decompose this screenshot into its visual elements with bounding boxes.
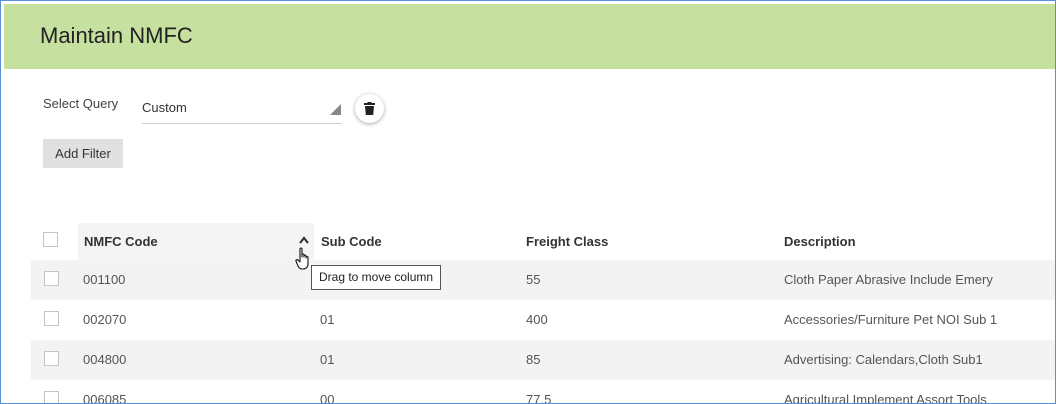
- dropdown-caret-icon: [330, 104, 341, 115]
- table-row[interactable]: 006085 00 77.5 Agricultural Implement As…: [31, 380, 1055, 404]
- column-drag-tooltip: Drag to move column: [311, 265, 442, 290]
- select-query-label: Select Query: [43, 96, 119, 111]
- description-cell: Accessories/Furniture Pet NOI Sub 1: [784, 312, 998, 327]
- freight-class-cell: 77.5: [526, 392, 552, 404]
- page-title: Maintain NMFC: [40, 23, 193, 48]
- column-header-label: NMFC Code: [84, 234, 158, 249]
- column-header-label: Sub Code: [321, 234, 382, 249]
- page-header: Maintain NMFC: [4, 4, 1055, 69]
- row-checkbox[interactable]: [44, 391, 59, 403]
- description-cell: Agricultural Implement Assort Tools: [784, 392, 987, 404]
- row-checkbox[interactable]: [44, 351, 59, 366]
- table-header-row: NMFC Code Sub Code Freight Class Descrip…: [31, 223, 1055, 260]
- nmfc-code-cell: 006085: [83, 392, 127, 404]
- nmfc-code-cell: 004800: [83, 352, 127, 367]
- row-checkbox[interactable]: [44, 271, 59, 286]
- column-header-label: Description: [784, 234, 856, 249]
- freight-class-cell: 400: [526, 312, 548, 327]
- sub-code-cell: 00: [320, 392, 335, 404]
- column-header-freight-class[interactable]: Freight Class: [526, 223, 608, 260]
- app-window: Maintain NMFC Select Query Custom Add Fi…: [0, 0, 1056, 404]
- select-all-checkbox[interactable]: [43, 232, 58, 247]
- delete-query-button[interactable]: [355, 94, 384, 123]
- select-query-dropdown[interactable]: Custom: [142, 95, 342, 124]
- sort-ascending-icon[interactable]: [299, 236, 309, 244]
- description-cell: Cloth Paper Abrasive Include Emery: [784, 272, 993, 287]
- nmfc-code-cell: 002070: [83, 312, 127, 327]
- sub-code-cell: 01: [320, 352, 335, 367]
- freight-class-cell: 85: [526, 352, 541, 367]
- trash-icon: [364, 102, 375, 115]
- column-header-description[interactable]: Description: [784, 223, 856, 260]
- select-query-value: Custom: [142, 100, 187, 115]
- column-header-sub-code[interactable]: Sub Code: [321, 223, 382, 260]
- column-header-label: Freight Class: [526, 234, 609, 249]
- row-checkbox[interactable]: [44, 311, 59, 326]
- nmfc-code-cell: 001100: [83, 272, 126, 287]
- sub-code-cell: 01: [320, 312, 335, 327]
- table-row[interactable]: 002070 01 400 Accessories/Furniture Pet …: [31, 300, 1055, 340]
- add-filter-button[interactable]: Add Filter: [43, 139, 123, 168]
- table-row[interactable]: 001100 55 Cloth Paper Abrasive Include E…: [31, 260, 1055, 300]
- table-row[interactable]: 004800 01 85 Advertising: Calendars,Clot…: [31, 340, 1055, 380]
- description-cell: Advertising: Calendars,Cloth Sub1: [784, 352, 983, 367]
- freight-class-cell: 55: [526, 272, 541, 287]
- column-header-nmfc-code[interactable]: NMFC Code: [78, 223, 314, 260]
